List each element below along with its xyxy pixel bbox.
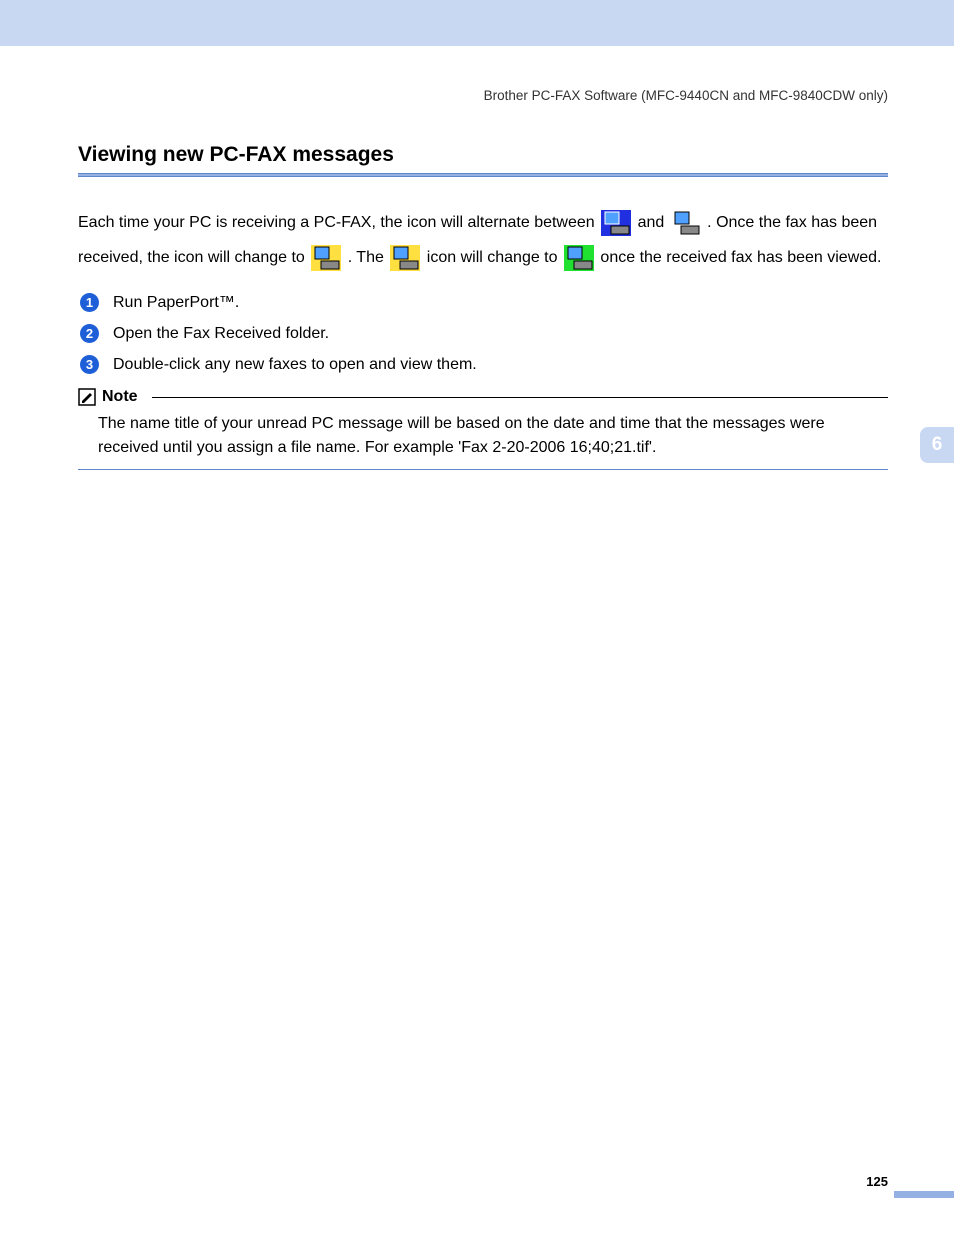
fax-receiving-gray-icon (671, 210, 701, 236)
intro-text-2: and (638, 214, 669, 231)
title-underline (78, 173, 888, 177)
fax-receiving-blue-icon (601, 210, 631, 236)
fax-viewed-green-icon (564, 245, 594, 271)
section-title: Viewing new PC-FAX messages (78, 143, 888, 167)
note-icon (78, 388, 96, 406)
note-label: Note (102, 388, 138, 406)
step-number-icon: 3 (80, 355, 99, 374)
step-item: 3 Double-click any new faxes to open and… (80, 355, 888, 374)
page-content: Brother PC-FAX Software (MFC-9440CN and … (0, 46, 954, 470)
top-accent-bar (0, 0, 954, 46)
fax-received-yellow-icon (311, 245, 341, 271)
page-accent-bar (894, 1191, 954, 1198)
intro-text-5: icon will change to (427, 249, 562, 266)
step-item: 1 Run PaperPort™. (80, 293, 888, 312)
chapter-tab: 6 (920, 427, 954, 463)
step-number-icon: 1 (80, 293, 99, 312)
note-body: The name title of your unread PC message… (78, 406, 888, 469)
intro-paragraph: Each time your PC is receiving a PC-FAX,… (78, 205, 888, 275)
step-item: 2 Open the Fax Received folder. (80, 324, 888, 343)
note-block: Note The name title of your unread PC me… (78, 388, 888, 469)
step-number-icon: 2 (80, 324, 99, 343)
page-number: 125 (866, 1174, 888, 1189)
intro-text-4: . The (348, 249, 389, 266)
intro-text-1: Each time your PC is receiving a PC-FAX,… (78, 214, 599, 231)
running-header: Brother PC-FAX Software (MFC-9440CN and … (78, 88, 888, 103)
note-rule (152, 397, 888, 398)
note-heading: Note (78, 388, 888, 406)
intro-text-6: once the received fax has been viewed. (600, 249, 881, 266)
step-text: Double-click any new faxes to open and v… (113, 356, 477, 374)
step-list: 1 Run PaperPort™. 2 Open the Fax Receive… (78, 293, 888, 374)
step-text: Open the Fax Received folder. (113, 325, 329, 343)
fax-unread-yellow-icon (390, 245, 420, 271)
step-text: Run PaperPort™. (113, 294, 239, 312)
